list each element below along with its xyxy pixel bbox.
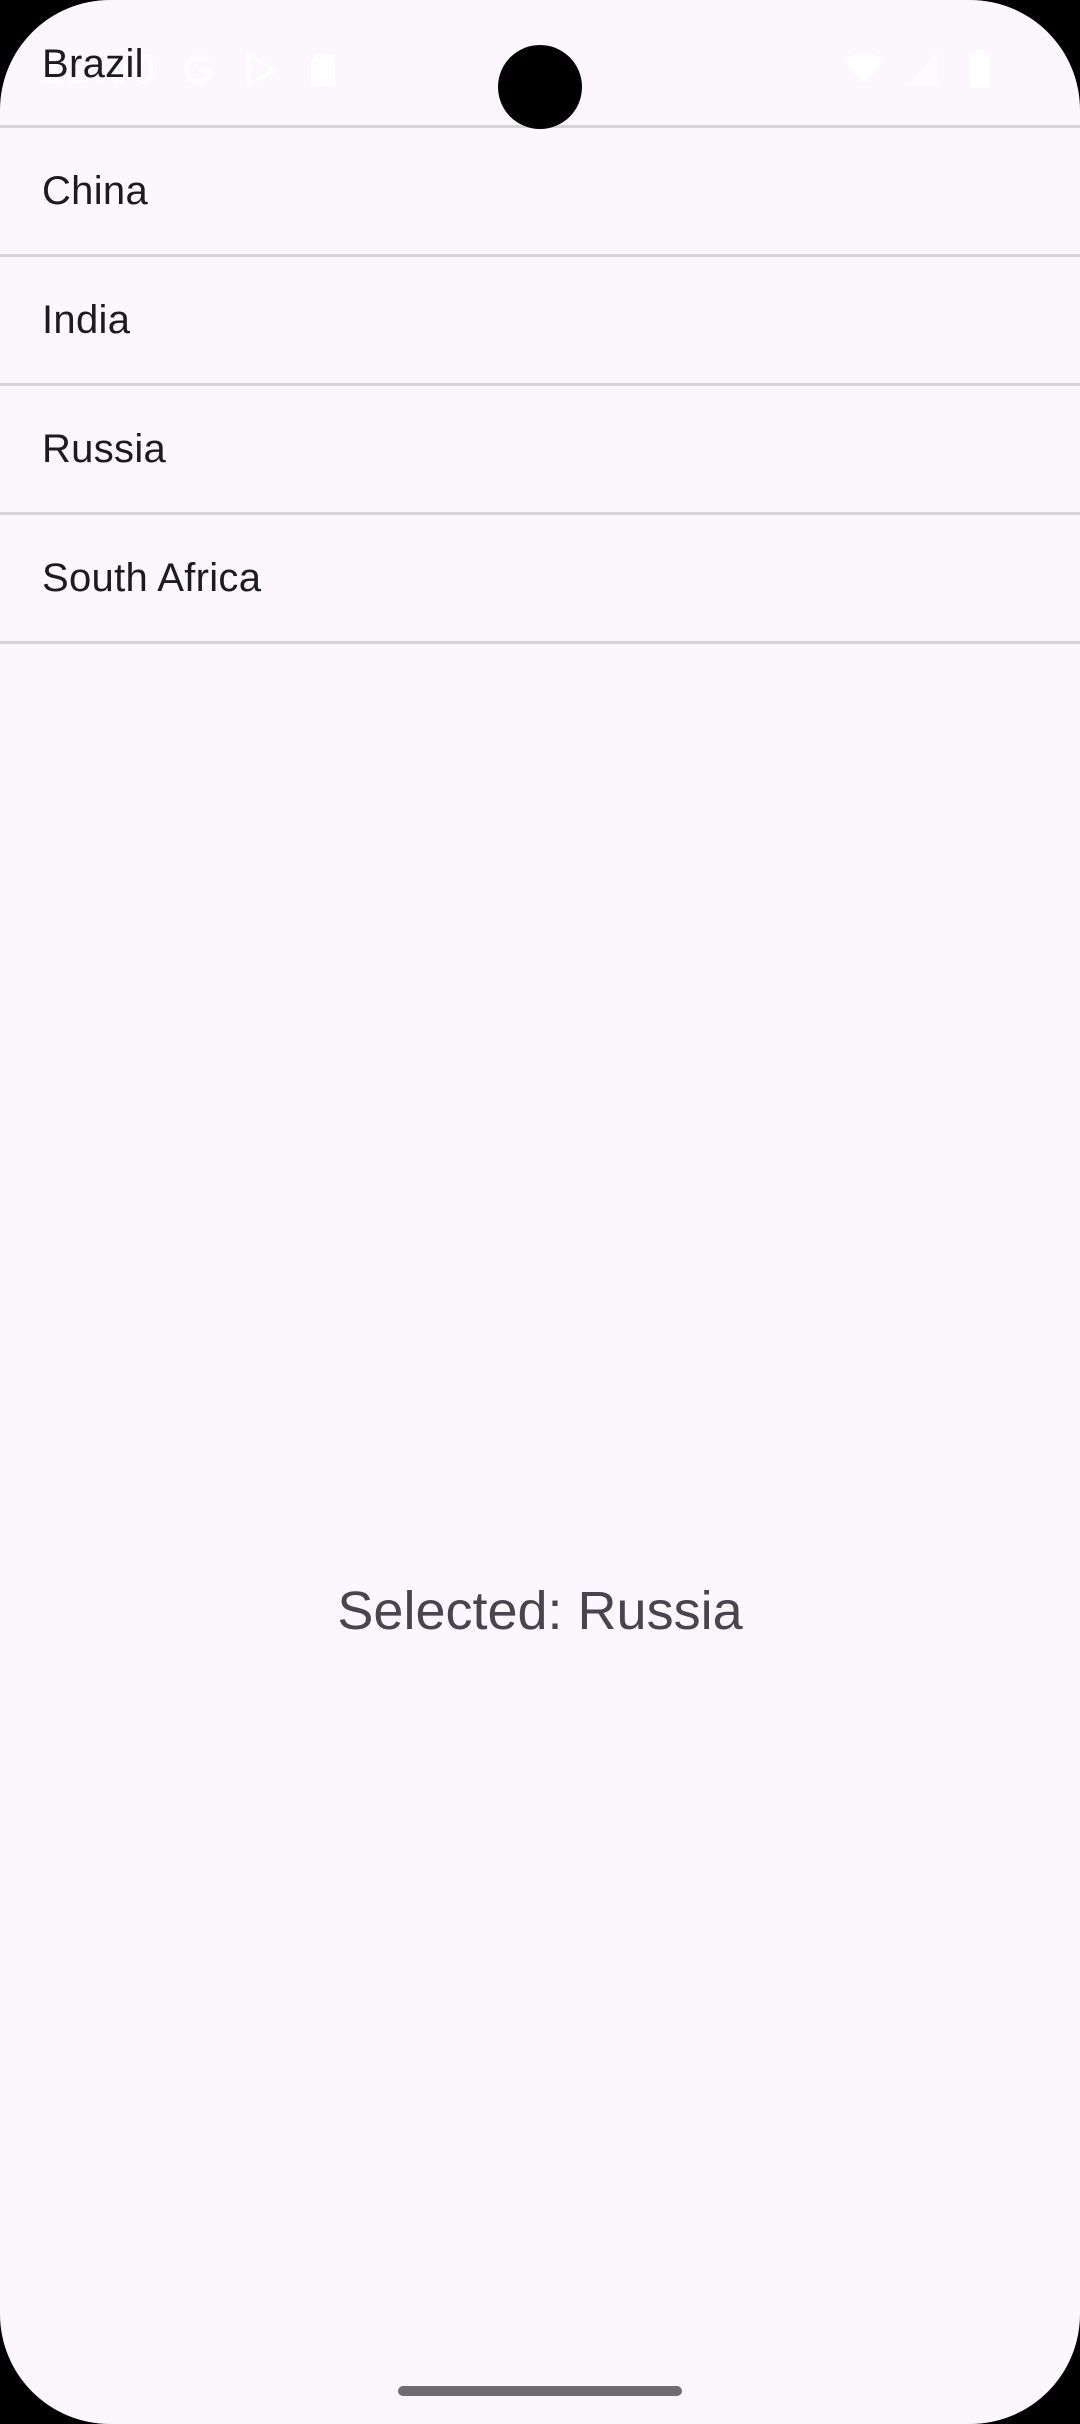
list-item-china[interactable]: China	[0, 128, 1080, 257]
list-item-south-africa[interactable]: South Africa	[0, 515, 1080, 644]
selected-country-label: Selected: Russia	[337, 1581, 743, 1641]
list-item-india[interactable]: India	[0, 257, 1080, 386]
camera-cutout	[498, 45, 582, 129]
gesture-nav-handle[interactable]	[398, 2386, 682, 2396]
app-screen: 12:00 Brazil China India Russia South Af…	[0, 0, 1080, 2424]
list-item-russia[interactable]: Russia	[0, 386, 1080, 515]
